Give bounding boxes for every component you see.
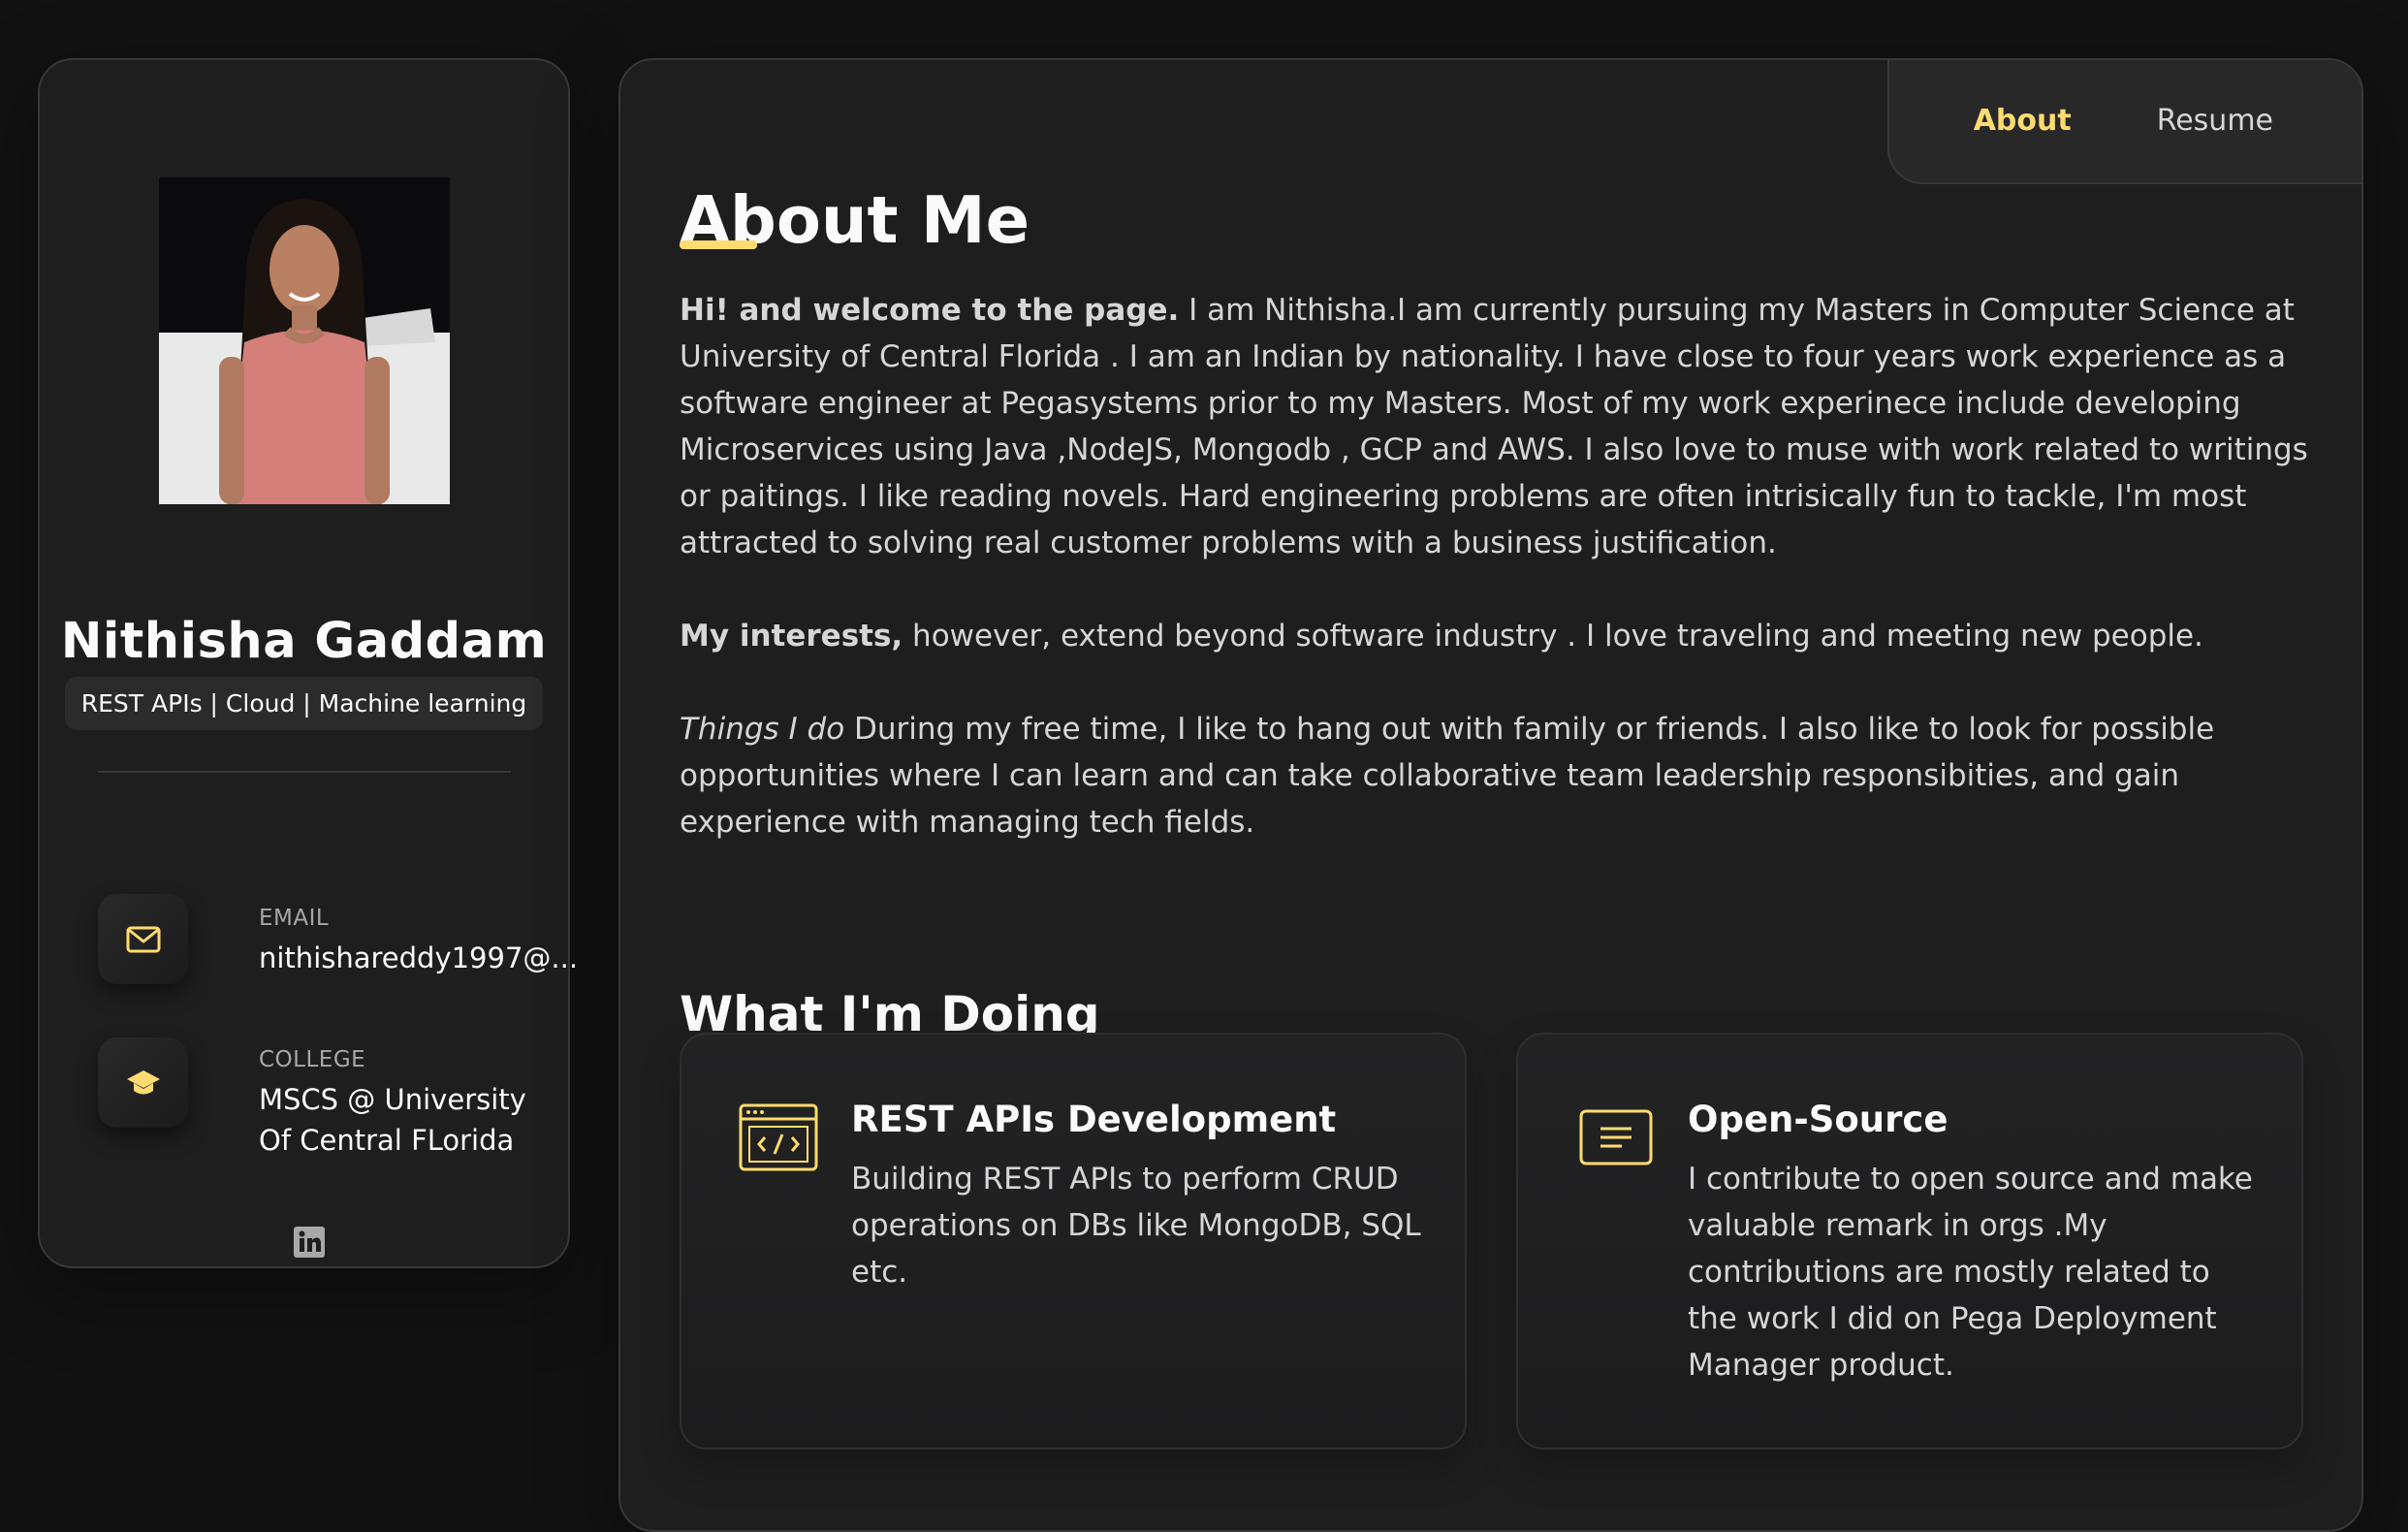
about-paragraph-1-bold: Hi! and welcome to the page. [680, 293, 1180, 328]
contact-title-college: COLLEGE [259, 1047, 366, 1072]
about-paragraph-1: Hi! and welcome to the page. I am Nithis… [680, 287, 2318, 566]
avatar [159, 177, 450, 504]
graduation-cap-icon [98, 1037, 188, 1128]
service-text-open-source: I contribute to open source and make val… [1688, 1162, 2253, 1383]
about-paragraph-2-text: however, extend beyond software industry… [903, 619, 2203, 654]
nav-link-resume[interactable]: Resume [2157, 104, 2273, 138]
sidebar: Nithisha Gaddam REST APIs | Cloud | Mach… [38, 58, 578, 1268]
service-text-rest-apis: Building REST APIs to perform CRUD opera… [851, 1162, 1421, 1290]
about-paragraph-1-text: I am Nithisha.I am currently pursuing my… [680, 293, 2308, 560]
service-title-rest-apis: REST APIs Development [851, 1099, 1337, 1140]
about-paragraph-3: Things I do During my free time, I like … [680, 706, 2318, 846]
about-paragraph-3-italic: Things I do [680, 712, 845, 747]
main-content: About Resume About Me Hi! and welcome to… [618, 58, 2363, 1532]
contact-title-email: EMAIL [259, 906, 330, 931]
nav-link-about[interactable]: About [1974, 104, 2072, 138]
linkedin-icon[interactable] [293, 1226, 326, 1259]
college-value: MSCS @ University Of Central FLorida [259, 1083, 526, 1157]
service-card-rest-apis: REST APIs Development Building REST APIs… [680, 1033, 1467, 1450]
profile-name: Nithisha Gaddam [60, 613, 548, 670]
sidebar-separator [98, 771, 511, 773]
profile-title-badge: REST APIs | Cloud | Machine learning [65, 677, 543, 730]
service-card-open-source: Open-Source I contribute to open source … [1516, 1033, 2303, 1450]
navbar: About Resume [1887, 60, 2361, 184]
mail-icon [98, 894, 188, 984]
email-link[interactable]: nithishareddy1997@... [259, 938, 578, 978]
service-title-open-source: Open-Source [1688, 1099, 1949, 1140]
code-window-icon [738, 1102, 819, 1172]
document-lines-icon [1574, 1102, 1656, 1172]
about-paragraph-2: My interests, however, extend beyond sof… [680, 613, 2318, 659]
about-paragraph-3-text: During my free time, I like to hang out … [680, 712, 2215, 840]
title-underline [680, 240, 757, 249]
about-paragraph-2-bold: My interests, [680, 619, 903, 654]
